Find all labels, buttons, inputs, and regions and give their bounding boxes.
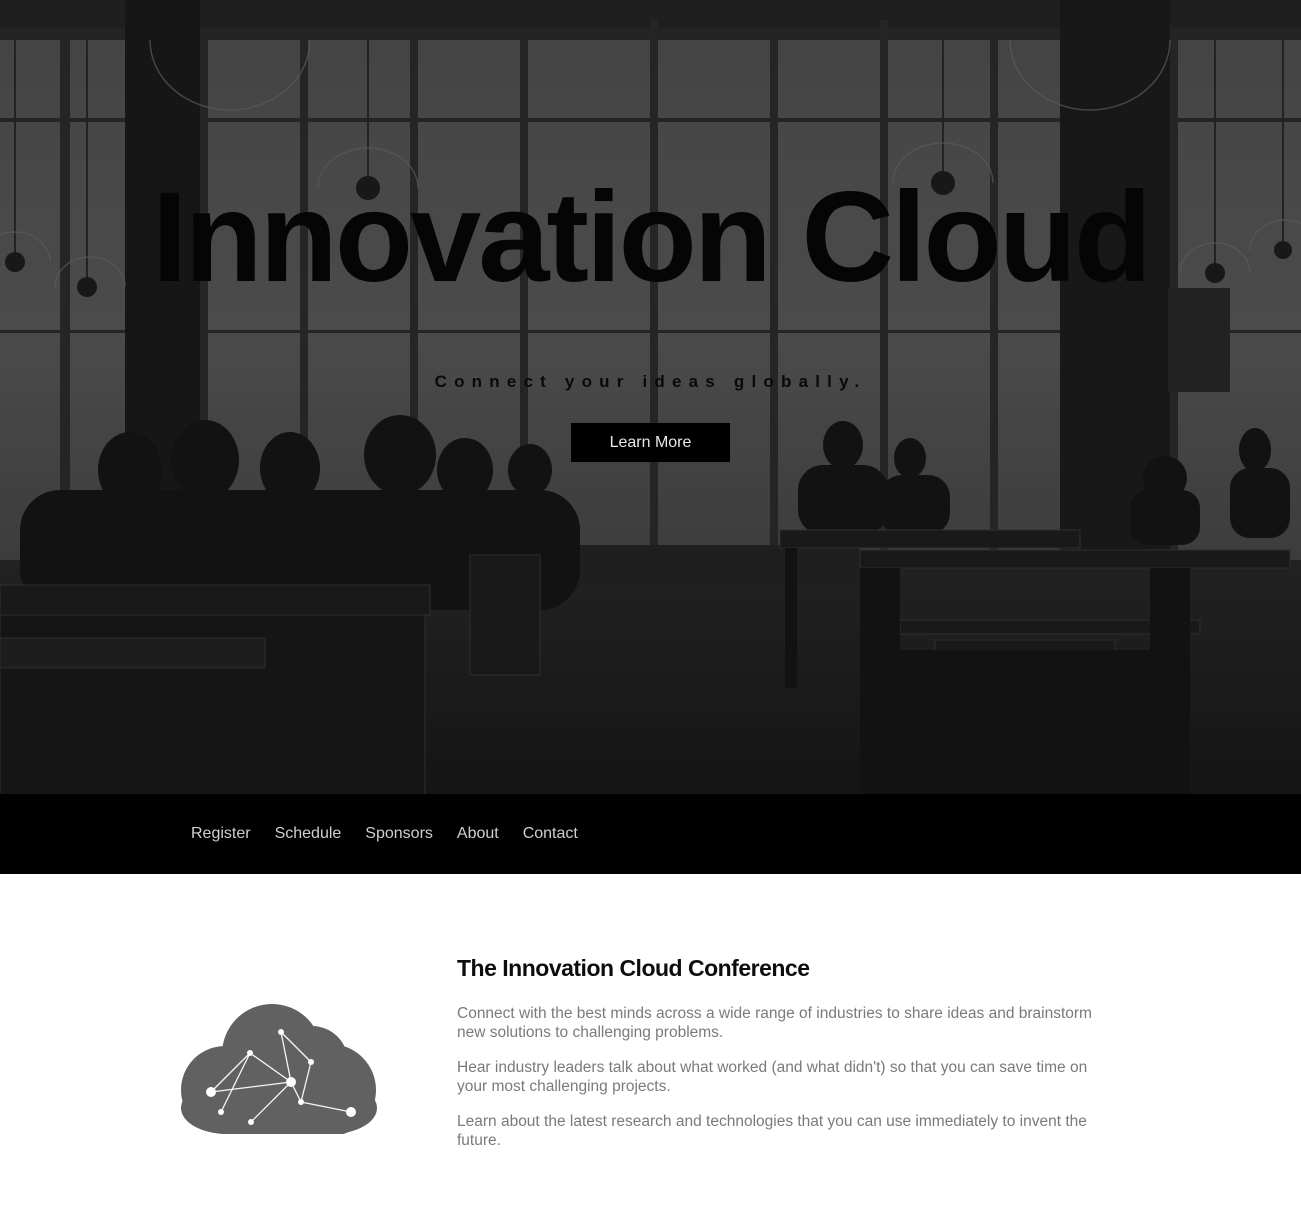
about-heading: The Innovation Cloud Conference (457, 955, 810, 981)
main-nav: Register Schedule Sponsors About Contact (0, 794, 1301, 874)
hero-section: Innovation Cloud Connect your ideas glob… (0, 0, 1301, 794)
nav-item-register[interactable]: Register (191, 825, 251, 842)
hero-title: Innovation Cloud (151, 166, 1152, 309)
nav-item-sponsors[interactable]: Sponsors (365, 825, 433, 842)
nav-list: Register Schedule Sponsors About Contact (191, 794, 602, 874)
about-paragraph: Connect with the best minds across a wid… (457, 1005, 1092, 1041)
nav-item-contact[interactable]: Contact (523, 825, 578, 842)
hero-subtitle: Connect your ideas globally. (434, 372, 867, 391)
about-section: The Innovation Cloud Conference Connect … (0, 874, 1301, 1224)
cloud-network-icon (181, 1004, 377, 1134)
nav-item-schedule[interactable]: Schedule (275, 825, 342, 842)
hero-overlay (0, 0, 1301, 794)
about-paragraph: Hear industry leaders talk about what wo… (457, 1059, 1088, 1095)
learn-more-button[interactable]: Learn More (571, 423, 730, 462)
nav-item-about[interactable]: About (457, 825, 499, 842)
about-paragraph: Learn about the latest research and tech… (457, 1113, 1087, 1149)
about-text: The Innovation Cloud Conference Connect … (457, 952, 1107, 1166)
